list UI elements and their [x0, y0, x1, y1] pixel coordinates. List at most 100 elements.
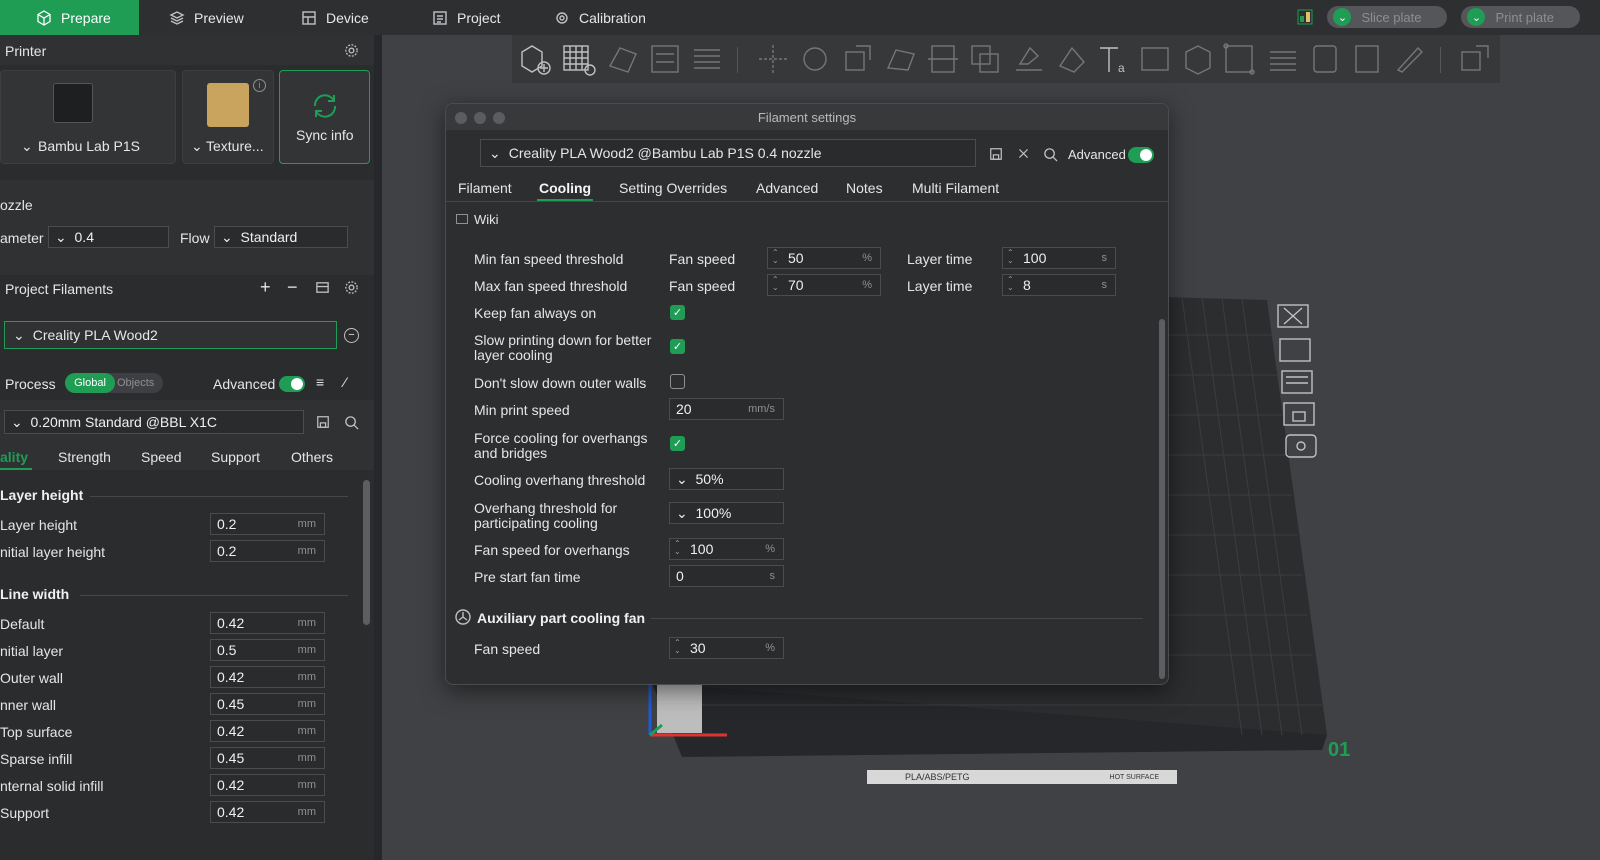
stepper-icon[interactable]: ⌃ ⌄	[674, 540, 681, 556]
tab-filament[interactable]: Filament	[458, 180, 512, 196]
wiki-link[interactable]: Wiki	[474, 212, 499, 227]
line-width-row-input[interactable]: 0.42 mm	[210, 720, 325, 742]
add-icon[interactable]: +	[260, 277, 271, 298]
save-icon[interactable]	[316, 415, 330, 429]
paint-icon[interactable]	[1350, 42, 1384, 76]
support-paint-icon[interactable]	[1012, 42, 1046, 76]
assembly-icon[interactable]	[1180, 42, 1214, 76]
flow-select[interactable]: ⌄ Standard	[214, 226, 348, 248]
filament-preset-select[interactable]: ⌄ Creality PLA Wood2 @Bambu Lab P1S 0.4 …	[480, 139, 976, 167]
scale-icon[interactable]	[840, 42, 874, 76]
lock-icon[interactable]	[1282, 401, 1316, 427]
splitter[interactable]	[374, 35, 382, 860]
keep-fan-checkbox[interactable]: ✓	[670, 305, 685, 320]
tab-others[interactable]: Others	[291, 449, 333, 465]
tab-preview[interactable]: Preview	[139, 0, 271, 35]
chevron-down-icon[interactable]: ⌄	[1333, 8, 1352, 26]
filament-manage-icon[interactable]	[315, 280, 330, 295]
compare-icon[interactable]: ⁄	[344, 374, 346, 390]
tab-device[interactable]: Device	[271, 0, 401, 35]
stepper-icon[interactable]: ⌃ ⌄	[674, 639, 681, 655]
line-width-row-input[interactable]: 0.42 mm	[210, 666, 325, 688]
tab-cooling[interactable]: Cooling	[539, 180, 591, 196]
tab-calibration[interactable]: Calibration	[524, 0, 674, 35]
cooling-overhang-select[interactable]: ⌄ 50%	[669, 468, 784, 490]
max-fan-speed-input[interactable]: ⌃ ⌄ 70%	[767, 274, 881, 296]
text-icon[interactable]: a	[1096, 42, 1130, 76]
fan-overhangs-input[interactable]: ⌃ ⌄ 100%	[669, 538, 784, 560]
arrange-icon[interactable]	[1278, 337, 1312, 363]
process-preset-select[interactable]: ⌄ 0.20mm Standard @BBL X1C	[4, 410, 304, 434]
add-object-icon[interactable]	[518, 42, 552, 76]
process-scope-toggle[interactable]: Global Objects	[65, 373, 163, 393]
tab-prepare[interactable]: Prepare	[0, 0, 139, 35]
tab-setting-overrides[interactable]: Setting Overrides	[619, 180, 727, 196]
diameter-select[interactable]: ⌄ 0.4	[48, 226, 169, 248]
tab-support[interactable]: Support	[211, 449, 260, 465]
force-cooling-checkbox[interactable]: ✓	[670, 436, 685, 451]
save-icon[interactable]	[989, 147, 1003, 161]
info-icon[interactable]: i	[253, 79, 266, 92]
orient-icon[interactable]	[1280, 369, 1314, 395]
objects-option[interactable]: Objects	[117, 377, 154, 389]
tab-multi-filament[interactable]: Multi Filament	[912, 180, 999, 196]
move-icon[interactable]	[756, 42, 790, 76]
minimize-window-button[interactable]	[474, 112, 486, 124]
dialog-advanced-toggle[interactable]	[1128, 147, 1154, 163]
gear-icon[interactable]	[344, 280, 359, 295]
tab-notes[interactable]: Notes	[846, 180, 883, 196]
tab-speed[interactable]: Speed	[141, 449, 181, 465]
maximize-window-button[interactable]	[493, 112, 505, 124]
close-plate-icon[interactable]	[1276, 303, 1310, 329]
overhang-participating-select[interactable]: ⌄ 100%	[669, 502, 784, 524]
min-fan-speed-input[interactable]: ⌃ ⌄ 50%	[767, 247, 881, 269]
remove-filament-icon[interactable]: −	[344, 328, 359, 343]
global-option[interactable]: Global	[65, 373, 115, 393]
sync-info-button[interactable]: Sync info	[279, 70, 370, 164]
advanced-toggle[interactable]	[279, 376, 305, 392]
dont-slow-outer-walls-checkbox[interactable]	[670, 374, 685, 389]
print-plate-button[interactable]: ⌄ Print plate	[1461, 6, 1580, 28]
pre-start-fan-input[interactable]: 0s	[669, 565, 784, 587]
line-width-row-input[interactable]: 0.45 mm	[210, 693, 325, 715]
view-icon[interactable]	[1458, 42, 1492, 76]
search-icon[interactable]	[1043, 147, 1058, 162]
wiki-icon[interactable]	[456, 214, 468, 224]
stepper-icon[interactable]: ⌃ ⌄	[1007, 249, 1014, 265]
printer-card[interactable]: ⌄ Bambu Lab P1S	[0, 70, 176, 164]
line-width-row-input[interactable]: 0.45 mm	[210, 747, 325, 769]
remove-icon[interactable]: −	[287, 277, 298, 298]
line-width-row-input[interactable]: 0.42 mm	[210, 801, 325, 823]
lay-on-face-icon[interactable]	[884, 42, 918, 76]
layers-edit-icon[interactable]	[1266, 42, 1300, 76]
dialog-titlebar[interactable]: Filament settings	[446, 104, 1168, 130]
boolean-icon[interactable]	[968, 42, 1002, 76]
seam-paint-icon[interactable]	[1054, 42, 1088, 76]
split-icon[interactable]	[690, 42, 724, 76]
close-icon[interactable]	[1017, 147, 1030, 160]
search-icon[interactable]	[344, 415, 359, 430]
line-width-row-input[interactable]: 0.5 mm	[210, 639, 325, 661]
slow-down-checkbox[interactable]: ✓	[670, 339, 685, 354]
dialog-scrollbar[interactable]	[1159, 319, 1165, 679]
filament-item[interactable]: ⌄ Creality PLA Wood2	[4, 321, 337, 349]
slice-plate-button[interactable]: ⌄ Slice plate	[1327, 6, 1448, 28]
layout-icon[interactable]	[1297, 9, 1313, 25]
stepper-icon[interactable]: ⌃ ⌄	[772, 276, 779, 292]
aux-fan-speed-input[interactable]: ⌃ ⌄ 30%	[669, 637, 784, 659]
min-print-speed-input[interactable]: 20 mm/s	[669, 398, 784, 420]
line-width-row-input[interactable]: 0.42 mm	[210, 612, 325, 634]
close-window-button[interactable]	[455, 112, 467, 124]
mesh-icon[interactable]	[1308, 42, 1342, 76]
plate-card[interactable]: i ⌄ Texture...	[182, 70, 274, 164]
tab-strength[interactable]: Strength	[58, 449, 111, 465]
eye-icon[interactable]	[1284, 433, 1318, 459]
sidebar-scrollbar[interactable]	[363, 480, 370, 625]
cut-icon[interactable]	[926, 42, 960, 76]
tab-project[interactable]: Project	[401, 0, 524, 35]
initial-layer-height-input[interactable]: 0.2 mm	[210, 540, 325, 562]
tab-advanced[interactable]: Advanced	[756, 180, 818, 196]
min-layer-time-input[interactable]: ⌃ ⌄ 100 s	[1002, 247, 1116, 269]
layer-height-input[interactable]: 0.2 mm	[210, 513, 325, 535]
line-width-row-input[interactable]: 0.42 mm	[210, 774, 325, 796]
